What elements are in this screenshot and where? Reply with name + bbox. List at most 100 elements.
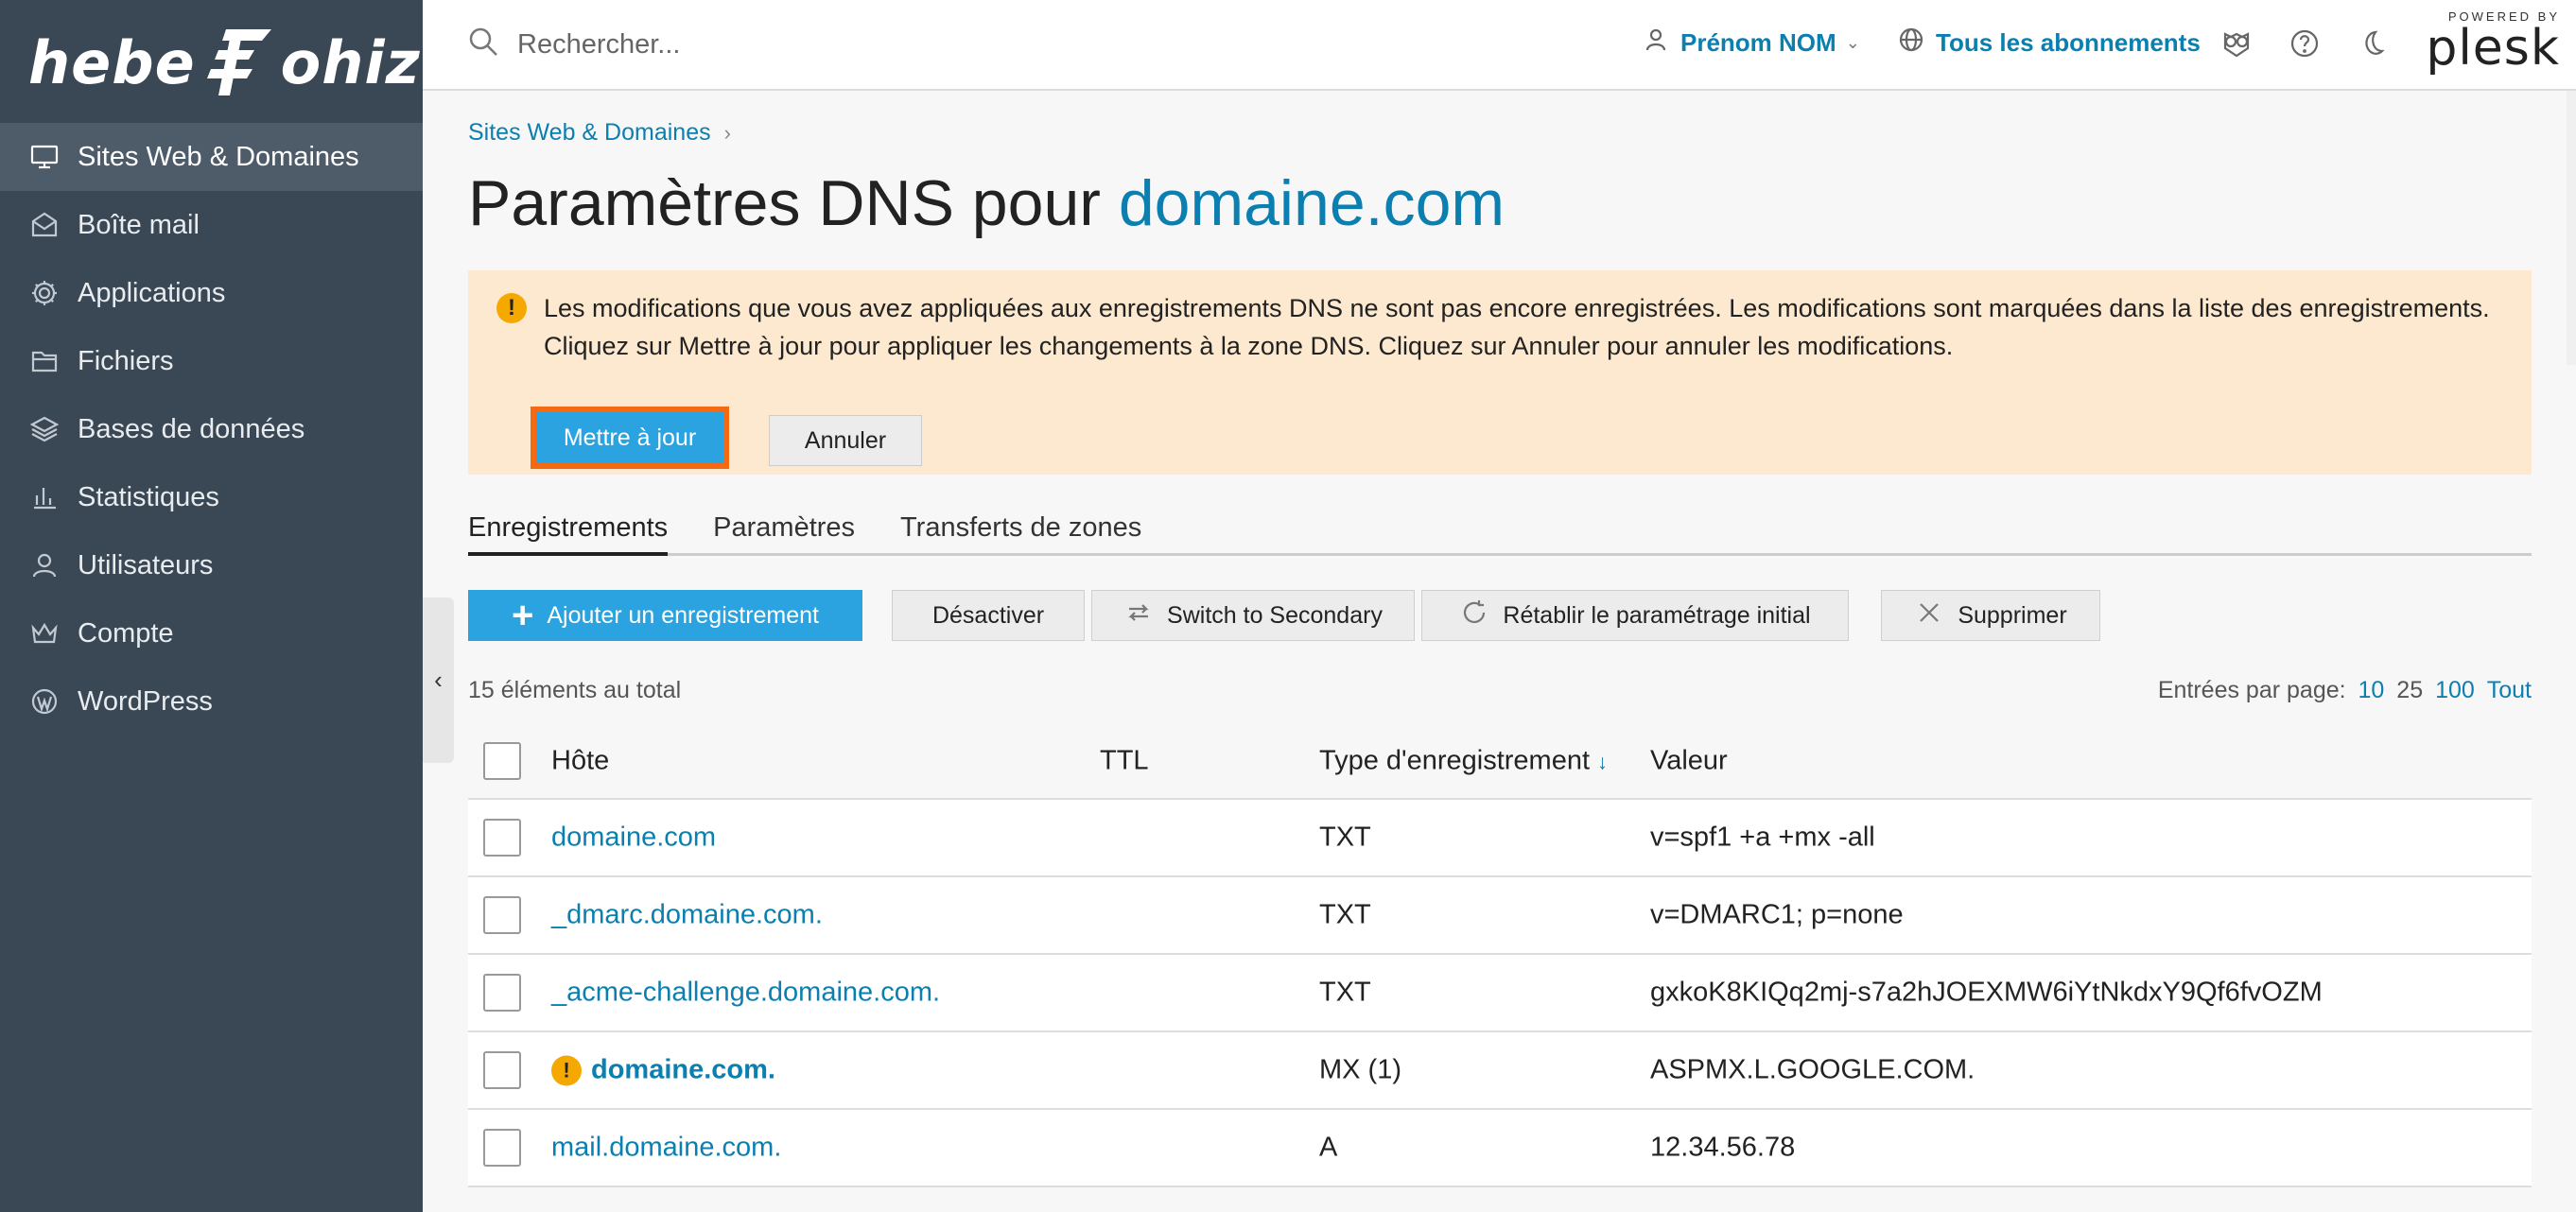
header-value[interactable]: Valeur: [1650, 746, 1728, 777]
subscriptions-label: Tous les abonnements: [1936, 28, 2201, 57]
header-ttl[interactable]: TTL: [1100, 746, 1149, 777]
sidebar-item-label: Bases de données: [78, 413, 305, 444]
row-checkbox[interactable]: [483, 1129, 521, 1167]
record-value: gxkoK8KIQq2mj-s7a2hJOEXMW6iYtNkdxY9Qf6fv…: [1650, 977, 2323, 1008]
cancel-button[interactable]: Annuler: [769, 415, 922, 466]
logo-mark-icon: [198, 22, 279, 103]
sidebar-item-files[interactable]: Fichiers: [0, 327, 423, 395]
disable-button[interactable]: Désactiver: [892, 590, 1085, 641]
search-icon: [466, 25, 500, 65]
tab-zone-transfers[interactable]: Transferts de zones: [900, 512, 1141, 553]
select-all-checkbox[interactable]: [483, 742, 521, 780]
search-input[interactable]: [517, 29, 1085, 61]
sidebar-item-databases[interactable]: Bases de données: [0, 395, 423, 463]
row-checkbox[interactable]: [483, 896, 521, 934]
table-row: mail.domaine.com. A 12.34.56.78: [468, 1110, 2532, 1187]
bar-chart-icon: [28, 481, 61, 513]
row-checkbox[interactable]: [483, 974, 521, 1012]
header-type[interactable]: Type d'enregistrement ↓: [1319, 746, 1608, 777]
delete-label: Supprimer: [1958, 601, 2067, 629]
record-type: TXT: [1319, 977, 1371, 1008]
switch-secondary-label: Switch to Secondary: [1167, 601, 1383, 629]
record-value: ASPMX.L.GOOGLE.COM.: [1650, 1054, 1976, 1085]
per-page-selector: Entrées par page: 10 25 100 Tout: [2158, 677, 2532, 704]
update-button[interactable]: Mettre à jour: [531, 407, 729, 469]
sidebar-collapse-handle[interactable]: ‹: [423, 597, 454, 763]
breadcrumb-link[interactable]: Sites Web & Domaines: [468, 119, 711, 147]
record-type: TXT: [1319, 899, 1371, 930]
chevron-down-icon: ⌄: [1845, 33, 1860, 52]
sidebar-item-users[interactable]: Utilisateurs: [0, 531, 423, 599]
sidebar-item-sites[interactable]: Sites Web & Domaines: [0, 123, 423, 191]
row-checkbox[interactable]: [483, 819, 521, 857]
chevron-left-icon: ‹: [434, 666, 443, 694]
table-header: Hôte TTL Type d'enregistrement ↓ Valeur: [468, 724, 2532, 800]
sidebar-item-applications[interactable]: Applications: [0, 259, 423, 327]
sidebar-item-wordpress[interactable]: WordPress: [0, 667, 423, 736]
sidebar-item-label: Sites Web & Domaines: [78, 141, 359, 172]
help-icon[interactable]: [2288, 26, 2322, 61]
record-type: TXT: [1319, 822, 1371, 853]
sidebar-item-statistics[interactable]: Statistiques: [0, 463, 423, 531]
restore-defaults-button[interactable]: Rétablir le paramétrage initial: [1421, 590, 1849, 641]
add-record-label: Ajouter un enregistrement: [547, 601, 820, 629]
tab-records[interactable]: Enregistrements: [468, 512, 669, 556]
breadcrumb: Sites Web & Domaines ›: [468, 119, 731, 147]
record-host[interactable]: mail.domaine.com.: [551, 1133, 781, 1164]
delete-button[interactable]: Supprimer: [1881, 590, 2100, 641]
warning-icon: !: [551, 1055, 582, 1085]
owl-icon[interactable]: [2219, 26, 2254, 61]
tab-settings[interactable]: Paramètres: [713, 512, 855, 553]
logo-text-left: hebe: [28, 27, 196, 97]
switch-arrows-icon: [1123, 597, 1167, 634]
record-host-label: domaine.com.: [591, 1054, 775, 1085]
table-row: _dmarc.domaine.com. TXT v=DMARC1; p=none: [468, 877, 2532, 955]
toolbar: + Ajouter un enregistrement Désactiver S…: [468, 590, 2532, 643]
per-page-label: Entrées par page:: [2157, 677, 2346, 703]
wordpress-icon: [28, 685, 61, 718]
header-type-label: Type d'enregistrement: [1319, 745, 1591, 776]
crown-icon: [28, 617, 61, 649]
plesk-text: plesk: [2426, 20, 2560, 77]
moon-icon[interactable]: [2354, 26, 2388, 61]
logo[interactable]: hebe ohiz: [28, 15, 421, 110]
disable-label: Désactiver: [931, 601, 1045, 629]
sidebar-item-label: Utilisateurs: [78, 549, 214, 580]
sidebar-item-label: Compte: [78, 617, 174, 649]
folder-icon: [28, 345, 61, 377]
close-icon: [1914, 597, 1958, 634]
restore-defaults-label: Rétablir le paramétrage initial: [1503, 601, 1811, 629]
header-host[interactable]: Hôte: [551, 746, 609, 777]
plesk-logo: POWERED BY plesk: [2418, 9, 2560, 73]
add-record-button[interactable]: + Ajouter un enregistrement: [468, 590, 862, 641]
switch-secondary-button[interactable]: Switch to Secondary: [1091, 590, 1415, 641]
row-checkbox[interactable]: [483, 1051, 521, 1089]
subscriptions-link[interactable]: Tous les abonnements: [1898, 26, 2201, 60]
page-title: Paramètres DNS pour domaine.com: [468, 166, 1505, 240]
record-host[interactable]: domaine.com: [551, 822, 716, 854]
logo-text-right: ohiz: [280, 27, 421, 97]
table-row: domaine.com TXT v=spf1 +a +mx -all: [468, 800, 2532, 877]
per-page-option-100[interactable]: 100: [2435, 677, 2475, 703]
alert-message: Les modifications que vous avez appliqué…: [544, 294, 2490, 360]
page-title-domain: domaine.com: [1118, 167, 1506, 239]
table-row: _acme-challenge.domaine.com. TXT gxkoK8K…: [468, 955, 2532, 1032]
record-host[interactable]: _acme-challenge.domaine.com.: [551, 978, 940, 1009]
top-bar: Prénom NOM ⌄ Tous les abonnements POWERE…: [423, 0, 2576, 91]
tabs: Enregistrements Paramètres Transferts de…: [468, 512, 2532, 556]
gear-icon: [28, 277, 61, 309]
per-page-option-all[interactable]: Tout: [2487, 677, 2532, 703]
globe-icon: [1898, 26, 1936, 60]
record-value: v=DMARC1; p=none: [1650, 899, 1904, 930]
user-name: Prénom NOM: [1680, 28, 1836, 57]
layers-icon: [28, 413, 61, 445]
sidebar-item-account[interactable]: Compte: [0, 599, 423, 667]
sidebar-nav: Sites Web & Domaines Boîte mail Applicat…: [0, 123, 423, 736]
record-host[interactable]: _dmarc.domaine.com.: [551, 900, 823, 931]
record-host[interactable]: ! domaine.com.: [551, 1055, 775, 1086]
per-page-option-10[interactable]: 10: [2358, 677, 2385, 703]
user-menu[interactable]: Prénom NOM ⌄: [1643, 26, 1860, 60]
scrollbar[interactable]: [2567, 91, 2576, 365]
chevron-right-icon: ›: [723, 120, 731, 145]
sidebar-item-mail[interactable]: Boîte mail: [0, 191, 423, 259]
